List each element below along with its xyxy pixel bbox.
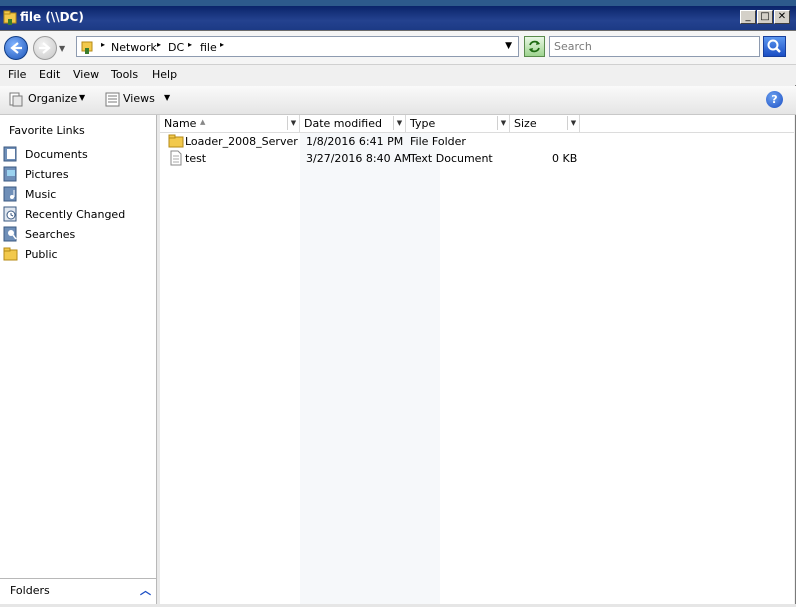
explorer-window: file (\\DC) _ □ ✕ ▼ ▸ Network ▸ DC ▸ fil… [0, 0, 796, 607]
search-button[interactable] [763, 36, 786, 57]
file-name: test [185, 152, 207, 165]
column-date-modified[interactable]: Date modified ▼ [300, 115, 406, 132]
column-dropdown-icon[interactable]: ▼ [287, 116, 299, 130]
maximize-button[interactable]: □ [757, 10, 773, 24]
music-icon [3, 186, 17, 202]
column-type-label: Type [410, 117, 436, 130]
column-size[interactable]: Size ▼ [510, 115, 580, 132]
nav-link-searches[interactable]: Searches [3, 226, 153, 244]
back-arrow-icon [10, 42, 22, 54]
file-type: File Folder [410, 135, 466, 148]
breadcrumb-file[interactable]: file [200, 41, 217, 54]
breadcrumb-network[interactable]: Network [111, 41, 157, 54]
nav-link-documents[interactable]: Documents [3, 146, 153, 164]
file-name: Loader_2008_Server [185, 135, 298, 148]
menu-view[interactable]: View [73, 68, 99, 81]
organize-button[interactable]: Organize [28, 92, 77, 105]
search-icon [767, 39, 781, 53]
network-location-icon [81, 41, 93, 54]
refresh-button[interactable] [524, 36, 545, 57]
documents-icon [3, 146, 17, 162]
nav-link-label: Recently Changed [25, 208, 126, 221]
search-input[interactable]: Search [549, 36, 760, 57]
breadcrumb-dc[interactable]: DC [168, 41, 184, 54]
nav-link-music[interactable]: Music [3, 186, 153, 204]
crumb-arrow-icon[interactable]: ▸ [220, 40, 224, 49]
minimize-button[interactable]: _ [740, 10, 756, 24]
refresh-icon [529, 40, 540, 53]
recently-changed-icon [3, 206, 17, 222]
nav-link-label: Music [25, 188, 57, 201]
address-bar[interactable]: ▸ Network ▸ DC ▸ file ▸ ▼ [76, 36, 519, 57]
address-row: ▼ ▸ Network ▸ DC ▸ file ▸ ▼ Search [0, 31, 796, 65]
file-type: Text Document [410, 152, 493, 165]
column-size-label: Size [514, 117, 537, 130]
folder-icon [168, 134, 184, 148]
crumb-arrow-icon[interactable]: ▸ [188, 40, 192, 49]
address-dropdown-icon[interactable]: ▼ [505, 41, 512, 51]
nav-link-label: Public [25, 248, 58, 261]
forward-button[interactable] [33, 36, 57, 60]
file-date: 1/8/2016 6:41 PM [306, 135, 404, 148]
sort-ascending-icon: ▲ [200, 118, 206, 126]
menu-bar: File Edit View Tools Help [0, 65, 796, 85]
help-button[interactable]: ? [766, 91, 783, 108]
views-dropdown-icon[interactable]: ▼ [164, 93, 170, 102]
table-row[interactable]: test 3/27/2016 8:40 AM Text Document 0 K… [160, 150, 794, 167]
chevron-up-icon[interactable]: ︿ [140, 582, 151, 598]
pictures-icon [3, 166, 17, 182]
favorite-links-title: Favorite Links [9, 124, 85, 137]
column-type[interactable]: Type ▼ [406, 115, 510, 132]
column-dropdown-icon[interactable]: ▼ [393, 116, 405, 130]
nav-link-label: Pictures [25, 168, 69, 181]
nav-link-pictures[interactable]: Pictures [3, 166, 153, 184]
public-folder-icon [3, 247, 18, 261]
recent-pages-dropdown[interactable]: ▼ [59, 44, 65, 53]
file-list: Name ▲ ▼ Date modified ▼ Type ▼ Size ▼ L… [160, 115, 794, 604]
column-date-label: Date modified [304, 117, 382, 130]
file-size: 0 KB [552, 152, 578, 165]
column-name-label: Name [164, 117, 197, 130]
views-button[interactable]: Views [123, 92, 155, 105]
column-dropdown-icon[interactable]: ▼ [567, 116, 579, 130]
menu-edit[interactable]: Edit [39, 68, 60, 81]
nav-link-public[interactable]: Public [3, 246, 153, 264]
crumb-arrow-icon[interactable]: ▸ [101, 40, 105, 49]
file-date: 3/27/2016 8:40 AM [306, 152, 412, 165]
nav-link-label: Documents [25, 148, 88, 161]
views-icon [105, 92, 120, 107]
column-header-row: Name ▲ ▼ Date modified ▼ Type ▼ Size ▼ [160, 115, 794, 133]
folders-label: Folders [10, 584, 50, 597]
table-row[interactable]: Loader_2008_Server 1/8/2016 6:41 PM File… [160, 133, 794, 150]
sorted-column-shade [300, 132, 440, 604]
folders-bar[interactable]: Folders ︿ [0, 578, 157, 605]
close-button[interactable]: ✕ [774, 10, 790, 24]
navigation-pane: Favorite Links Documents Pictures Music [0, 115, 157, 578]
organize-dropdown-icon[interactable]: ▼ [79, 93, 85, 102]
text-document-icon [170, 150, 182, 166]
nav-link-label: Searches [25, 228, 76, 241]
menu-tools[interactable]: Tools [111, 68, 138, 81]
column-name[interactable]: Name ▲ ▼ [160, 115, 300, 132]
menu-file[interactable]: File [8, 68, 26, 81]
menu-help[interactable]: Help [152, 68, 177, 81]
window-title: file (\\DC) [20, 10, 84, 24]
back-button[interactable] [4, 36, 28, 60]
title-bar[interactable]: file (\\DC) _ □ ✕ [0, 6, 796, 31]
command-toolbar: Organize ▼ Views ▼ ? [0, 86, 796, 115]
network-folder-icon [3, 10, 17, 25]
forward-arrow-icon [39, 42, 51, 54]
searches-icon [3, 226, 17, 242]
organize-icon [9, 92, 23, 107]
nav-link-recently-changed[interactable]: Recently Changed [3, 206, 153, 224]
crumb-arrow-icon[interactable]: ▸ [157, 40, 161, 49]
column-dropdown-icon[interactable]: ▼ [497, 116, 509, 130]
